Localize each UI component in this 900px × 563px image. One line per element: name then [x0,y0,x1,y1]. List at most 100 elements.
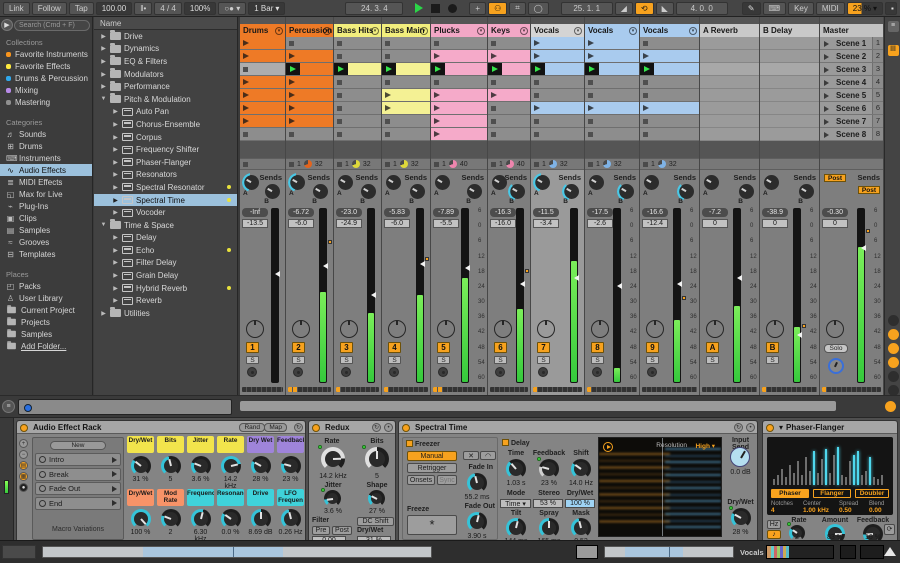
volume-fader[interactable] [271,208,280,383]
macro-name[interactable]: Jitter [187,436,214,453]
track-activator-button[interactable]: 3 [340,342,353,353]
returns-toggle-icon[interactable] [887,343,899,354]
scene-launch-icon[interactable] [824,131,829,138]
clip[interactable] [286,50,333,63]
tree-item-chorus-ensemble[interactable]: ▶ Chorus-Ensemble [94,118,237,131]
clip[interactable] [382,89,430,102]
scene-launch-icon[interactable] [824,40,829,47]
play-button[interactable] [415,3,424,13]
clip[interactable] [286,102,333,115]
clip-launch-icon[interactable] [534,105,540,111]
macro-name[interactable]: Dry Wet [247,436,274,453]
clip-launch-icon[interactable] [289,92,295,98]
solo-button[interactable]: S [437,356,450,364]
fader-handle-icon[interactable] [574,275,579,281]
xfade-icon[interactable]: ✕ [463,451,479,460]
empty-clip-slot[interactable] [640,37,699,50]
pan-knob[interactable] [766,320,784,338]
volume-fader[interactable] [673,208,682,383]
empty-clip-slot[interactable] [431,76,487,89]
clip-stop-icon[interactable] [385,54,390,59]
macro-knob[interactable] [160,456,181,476]
place-item[interactable]: Add Folder... [0,340,92,352]
tree-item-corpus[interactable]: ▶ Corpus [94,131,237,144]
track-fold-icon[interactable]: ▾ [520,26,528,35]
clip-stop-icon[interactable] [385,41,390,46]
variation-launch-icon[interactable] [112,500,117,506]
peak-level-field[interactable]: 0 [702,219,728,228]
clip[interactable] [286,89,333,102]
send-b-knob[interactable] [410,184,425,199]
arrangement-position-field[interactable]: 24. 3. 4 [345,1,404,15]
clip-stop-icon[interactable] [337,93,342,98]
chevron-right-icon[interactable]: ▶ [112,272,119,279]
scene-overview-icon[interactable]: ≡ [887,21,899,32]
volume-field[interactable]: -7.89 [433,208,459,217]
clip-stop-icon[interactable] [588,132,593,137]
rack-hide-macros-icon[interactable]: − [19,450,28,459]
clip-playing[interactable] [286,63,333,76]
clip-stop-icon[interactable] [289,41,294,46]
clip[interactable] [240,89,285,102]
chevron-down-icon[interactable]: ▼ [100,96,107,102]
solo-button[interactable]: S [591,356,604,364]
tree-item-eq-filters[interactable]: ▶ EQ & Filters [94,55,237,68]
variation-launch-icon[interactable] [112,471,117,477]
chevron-right-icon[interactable]: ▶ [112,134,119,141]
variation-camera-icon[interactable] [39,499,46,507]
loop-length-field[interactable]: 4. 0. 0 [675,1,728,15]
arm-record-button[interactable] [247,367,257,377]
volume-fader[interactable] [319,208,328,383]
chevron-right-icon[interactable]: ▶ [112,247,119,254]
flanger-mode-button[interactable]: Flanger [813,489,851,498]
send-b-knob[interactable] [265,184,280,199]
scene-row[interactable]: Scene 44 [820,76,883,89]
tempo-field[interactable]: 100.00 [95,1,133,15]
send-a-knob[interactable] [492,175,507,190]
clip-playing[interactable] [531,63,584,76]
clip-stop-icon[interactable] [289,132,294,137]
scene-row[interactable]: Scene 66 [820,102,883,115]
fader-handle-icon[interactable] [371,292,376,298]
tree-item-modulators[interactable]: ▶ Modulators [94,68,237,81]
macro-name[interactable]: Resonance [217,489,244,506]
freezer-onsets-button[interactable]: Onsets [407,475,435,485]
clip[interactable] [240,37,285,50]
capture-midi-icon[interactable]: ◯ [527,1,549,15]
spectral-hot-swap-icon[interactable]: ↻ [734,423,743,432]
empty-clip-slot[interactable] [640,76,699,89]
empty-clip-slot[interactable] [382,115,430,128]
volume-fader[interactable] [570,208,579,383]
solo-button[interactable]: S [646,356,659,364]
fade-out-value[interactable]: 3.90 s [459,533,495,540]
scene-launch-icon[interactable] [824,79,829,86]
macro-name[interactable]: Frequency [187,489,214,506]
clip[interactable] [640,102,699,115]
collection-item[interactable]: Favorite Effects [0,60,92,72]
peak-level-field[interactable]: 0 [822,219,848,228]
clip-launch-icon[interactable] [491,53,497,59]
chevron-right-icon[interactable]: ▶ [100,71,107,78]
clip-stop-icon[interactable] [643,93,648,98]
macro-knob[interactable] [280,456,301,476]
redux-jitter-knob[interactable] [321,488,341,507]
stop-all-clips-icon[interactable] [243,161,248,167]
automation-arm-icon[interactable]: ⌗ [509,1,526,15]
chevron-right-icon[interactable]: ▶ [112,171,119,178]
redux-shape-knob[interactable] [368,490,385,507]
clip-playing[interactable] [488,63,530,76]
solo-button[interactable]: S [766,356,779,364]
tree-item-pitch-modulation[interactable]: ▼ Pitch & Modulation [94,93,237,106]
clip-stop-icon[interactable] [337,132,342,137]
scene-row[interactable]: Scene 22 [820,50,883,63]
send-a-knob[interactable] [704,175,719,190]
empty-clip-slot[interactable] [640,89,699,102]
volume-field[interactable]: -5.83 [384,208,410,217]
track-fold-icon[interactable]: ▾ [323,26,331,35]
variation-launch-icon[interactable] [112,485,117,492]
macro-knob[interactable] [160,509,181,529]
spectral-save-icon[interactable]: • [746,423,755,432]
loop-start-field[interactable]: 25. 1. 1 [560,1,613,15]
loop-button[interactable]: ⟲ [634,1,654,15]
fader-handle-icon[interactable] [465,265,470,271]
